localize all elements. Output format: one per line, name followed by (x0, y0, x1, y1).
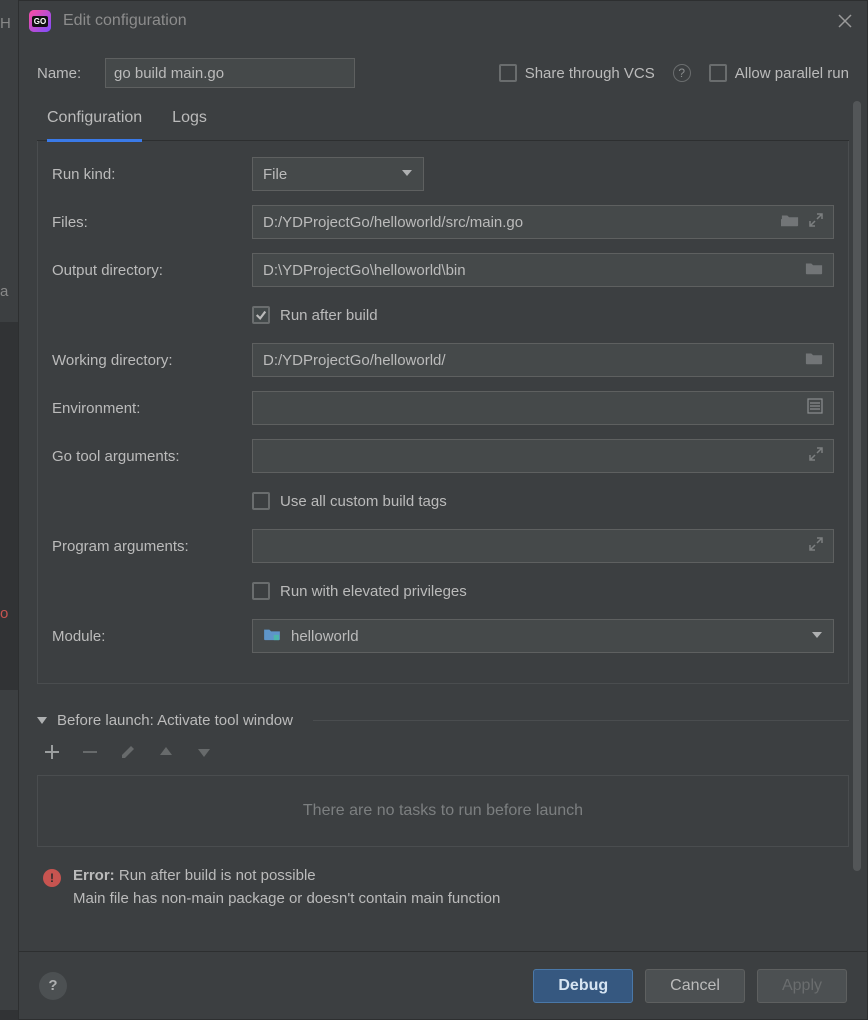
dialog-title: Edit configuration (63, 12, 187, 30)
triangle-down-icon (37, 712, 47, 729)
edit-configuration-dialog: GO Edit configuration Name: Share throug… (18, 0, 868, 1020)
before-launch-label: Before launch: Activate tool window (57, 712, 293, 729)
files-label: Files: (52, 214, 252, 231)
folder-open-icon[interactable] (805, 260, 823, 280)
before-launch-header[interactable]: Before launch: Activate tool window (37, 712, 849, 729)
allow-parallel-label: Allow parallel run (735, 65, 849, 82)
files-value: D:/YDProjectGo/helloworld/src/main.go (263, 214, 781, 231)
remove-task-button[interactable] (81, 743, 99, 761)
expand-icon[interactable] (809, 447, 823, 465)
run-elevated-label: Run with elevated privileges (280, 583, 467, 600)
separator-line (313, 720, 849, 721)
chevron-down-icon (811, 628, 823, 645)
tab-logs[interactable]: Logs (172, 109, 207, 140)
help-button[interactable]: ? (39, 972, 67, 1000)
environment-label: Environment: (52, 400, 252, 417)
allow-parallel-checkbox[interactable]: Allow parallel run (709, 64, 849, 82)
cancel-button[interactable]: Cancel (645, 969, 745, 1003)
apply-button[interactable]: Apply (757, 969, 847, 1003)
working-dir-input[interactable]: D:/YDProjectGo/helloworld/ (252, 343, 834, 377)
use-all-tags-checkbox[interactable] (252, 492, 270, 510)
titlebar: GO Edit configuration (19, 1, 867, 41)
move-down-button[interactable] (195, 743, 213, 761)
run-after-build-checkbox[interactable] (252, 306, 270, 324)
run-kind-label: Run kind: (52, 166, 252, 183)
error-line1: Run after build is not possible (115, 867, 316, 884)
go-tool-args-label: Go tool arguments: (52, 448, 252, 465)
tasks-list-empty: There are no tasks to run before launch (37, 775, 849, 847)
tab-configuration[interactable]: Configuration (47, 109, 142, 142)
tasks-empty-text: There are no tasks to run before launch (303, 802, 583, 820)
output-dir-label: Output directory: (52, 262, 252, 279)
go-tool-args-input[interactable] (252, 439, 834, 473)
share-vcs-checkbox[interactable]: Share through VCS (499, 64, 655, 82)
output-dir-value: D:\YDProjectGo\helloworld\bin (263, 262, 805, 279)
run-after-build-label: Run after build (280, 307, 378, 324)
error-prefix: Error: (73, 867, 115, 884)
run-kind-select[interactable]: File (252, 157, 424, 191)
environment-input[interactable] (252, 391, 834, 425)
close-icon[interactable] (833, 9, 857, 33)
name-label: Name: (37, 65, 89, 82)
partial-letter-a: a (0, 283, 8, 300)
goland-app-icon: GO (29, 10, 51, 32)
folder-open-icon[interactable] (781, 212, 799, 232)
module-label: Module: (52, 628, 252, 645)
error-message: Error: Run after build is not possible M… (73, 865, 500, 910)
debug-button[interactable]: Debug (533, 969, 633, 1003)
working-dir-label: Working directory: (52, 352, 252, 369)
partial-letter-o: o (0, 605, 8, 622)
partial-letter-h: H (0, 15, 11, 32)
module-folder-icon (263, 627, 281, 645)
output-dir-input[interactable]: D:\YDProjectGo\helloworld\bin (252, 253, 834, 287)
run-kind-value: File (263, 166, 287, 183)
add-task-button[interactable] (43, 743, 61, 761)
use-all-tags-label: Use all custom build tags (280, 493, 447, 510)
working-dir-value: D:/YDProjectGo/helloworld/ (263, 352, 805, 369)
share-vcs-label: Share through VCS (525, 65, 655, 82)
name-input[interactable] (105, 58, 355, 88)
vertical-scrollbar[interactable] (853, 101, 861, 871)
expand-icon[interactable] (809, 213, 823, 231)
program-args-label: Program arguments: (52, 538, 252, 555)
chevron-down-icon (401, 166, 413, 183)
program-args-input[interactable] (252, 529, 834, 563)
error-icon: ! (43, 869, 61, 887)
list-icon[interactable] (807, 398, 823, 418)
run-elevated-checkbox[interactable] (252, 582, 270, 600)
module-select[interactable]: helloworld (252, 619, 834, 653)
edit-task-button[interactable] (119, 743, 137, 761)
folder-open-icon[interactable] (805, 350, 823, 370)
error-line2: Main file has non-main package or doesn'… (73, 890, 500, 907)
help-icon[interactable]: ? (673, 64, 691, 82)
move-up-button[interactable] (157, 743, 175, 761)
expand-icon[interactable] (809, 537, 823, 555)
files-input[interactable]: D:/YDProjectGo/helloworld/src/main.go (252, 205, 834, 239)
module-value: helloworld (291, 628, 359, 645)
